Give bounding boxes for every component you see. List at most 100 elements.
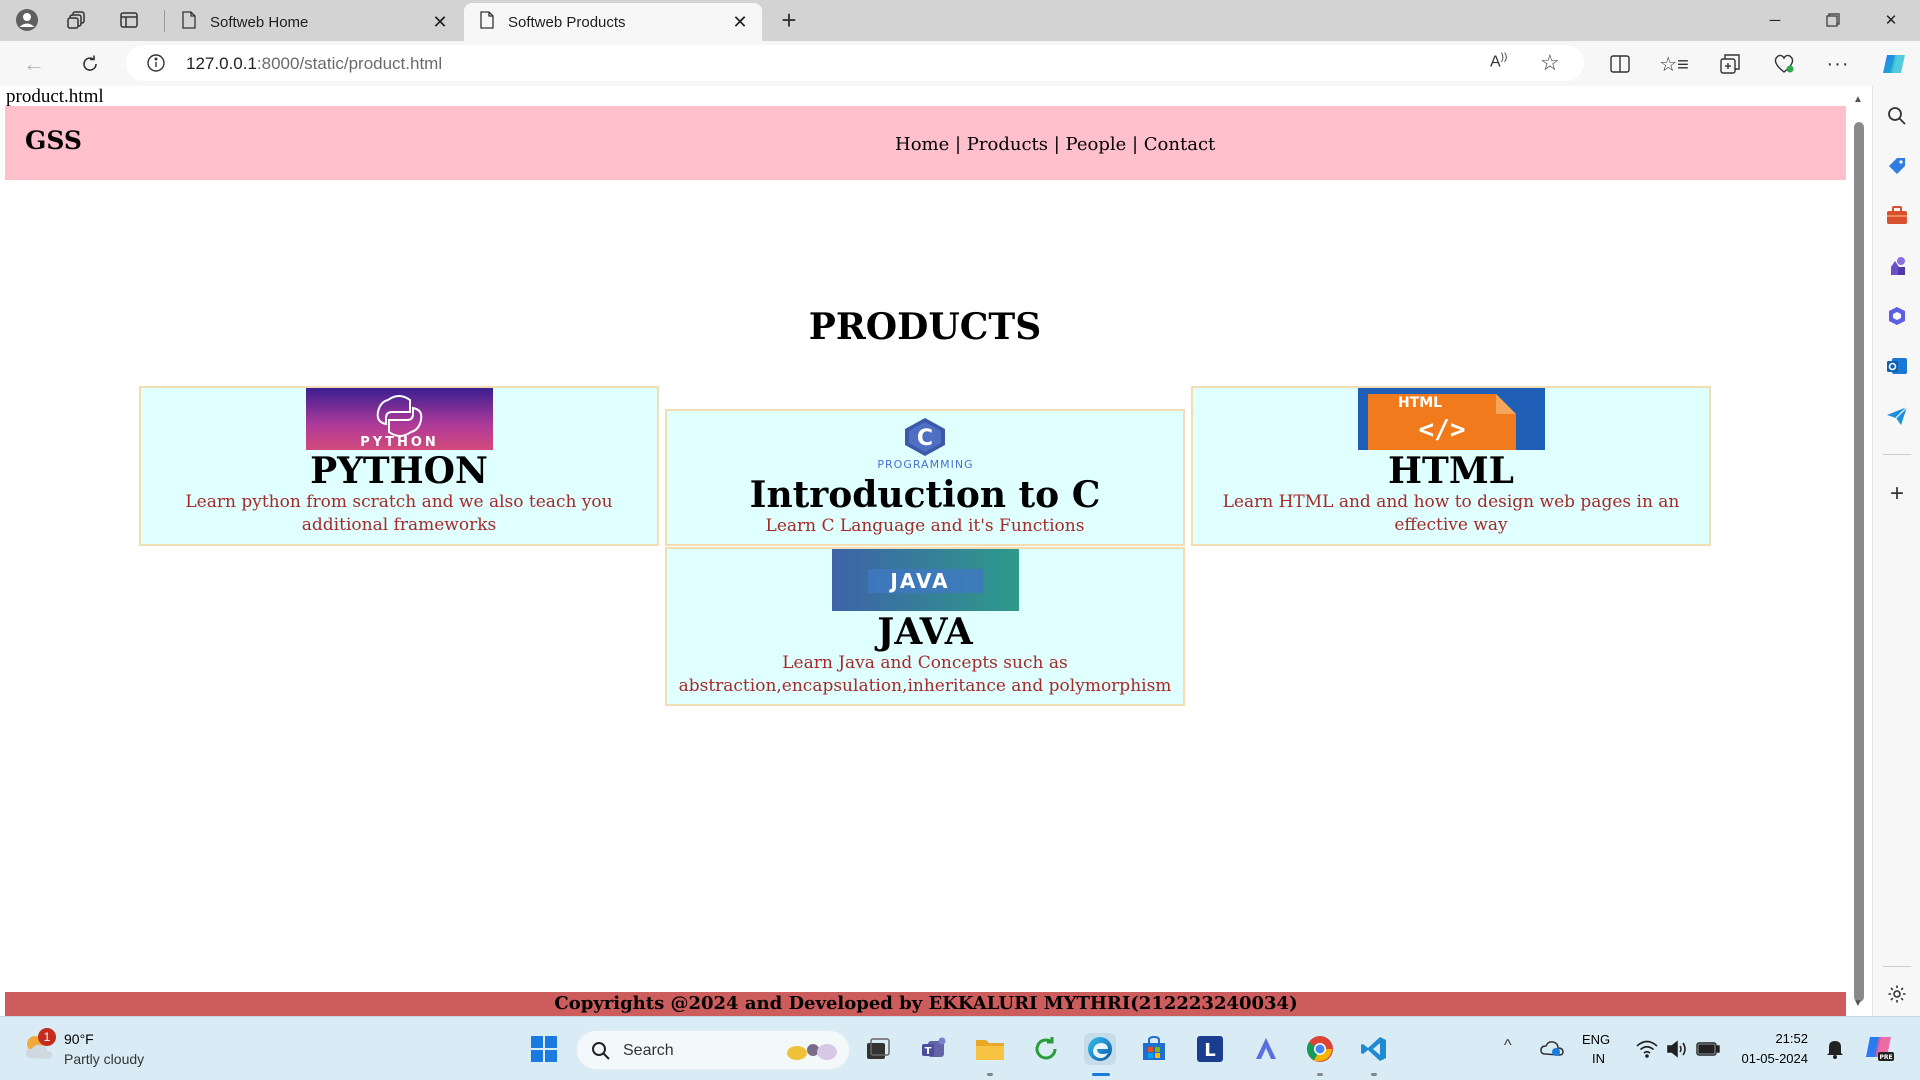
python-logo-image: PYTHON: [305, 388, 493, 450]
file-explorer-icon[interactable]: [974, 1033, 1006, 1065]
l-app-icon[interactable]: L: [1194, 1033, 1226, 1065]
search-highlight-icon: [783, 1038, 843, 1069]
url-text[interactable]: 127.0.0.1:8000/static/product.html: [186, 54, 442, 74]
refresh-icon[interactable]: [76, 50, 104, 78]
url-host: 127.0.0.1: [186, 54, 257, 73]
microsoft-365-icon[interactable]: [1885, 304, 1909, 328]
copilot-icon[interactable]: [1880, 50, 1908, 78]
tab-softweb-home[interactable]: Softweb Home ✕: [166, 3, 462, 41]
tab-softweb-products[interactable]: Softweb Products ✕: [464, 3, 762, 41]
microsoft-store-icon[interactable]: [1138, 1033, 1170, 1065]
c-image-text: PROGRAMMING: [877, 458, 973, 471]
start-windows-icon[interactable]: [528, 1033, 560, 1065]
favorites-icon[interactable]: ☆≡: [1659, 50, 1689, 78]
settings-gear-icon[interactable]: [1885, 982, 1909, 1006]
nav-link-contact[interactable]: Contact: [1144, 134, 1215, 155]
outlook-icon[interactable]: [1885, 354, 1909, 378]
collections-icon[interactable]: [1716, 50, 1744, 78]
browser-title-bar: Softweb Home ✕ Softweb Products ✕ + ─ ✕: [0, 0, 1920, 41]
nav-separator: |: [1126, 134, 1144, 155]
nav-link-home[interactable]: Home: [895, 134, 949, 155]
task-view-icon[interactable]: [862, 1033, 894, 1065]
close-tab-icon[interactable]: ✕: [430, 12, 450, 32]
close-window-icon[interactable]: ✕: [1868, 4, 1914, 36]
input-language[interactable]: ENG: [1582, 1032, 1610, 1047]
taskbar-search-box[interactable]: Search: [576, 1030, 850, 1070]
weather-icon[interactable]: 1: [22, 1028, 56, 1067]
refresh-app-icon[interactable]: [1030, 1033, 1062, 1065]
send-icon[interactable]: [1885, 404, 1909, 428]
games-icon[interactable]: [1885, 254, 1909, 278]
wifi-icon[interactable]: [1636, 1040, 1658, 1063]
svg-text:PRE: PRE: [1879, 1054, 1892, 1061]
read-aloud-icon[interactable]: A)): [1490, 52, 1507, 71]
product-description: Learn Java and Concepts such as abstract…: [678, 653, 1172, 696]
running-indicator: [987, 1073, 993, 1076]
c-programming-logo-image: C PROGRAMMING: [831, 412, 1019, 474]
page-scrollbar[interactable]: ▲ ▼: [1846, 86, 1872, 1016]
vscode-icon[interactable]: [1358, 1033, 1390, 1065]
nav-link-people[interactable]: People: [1066, 134, 1127, 155]
edge-sidebar: +: [1872, 86, 1920, 1016]
shopping-tag-icon[interactable]: [1885, 154, 1909, 178]
battery-icon[interactable]: [1696, 1042, 1720, 1061]
scroll-up-icon[interactable]: ▲: [1853, 94, 1863, 105]
scroll-down-icon[interactable]: ▼: [1853, 998, 1863, 1009]
svg-text:C: C: [916, 426, 932, 451]
product-card-java: JAVA JAVA Learn Java and Concepts such a…: [665, 547, 1185, 706]
new-tab-icon[interactable]: +: [776, 5, 802, 35]
split-screen-icon[interactable]: [1606, 50, 1634, 78]
show-hidden-icons-chevron[interactable]: ^: [1504, 1037, 1512, 1055]
clock-date[interactable]: 01-05-2024: [1736, 1051, 1809, 1066]
search-icon[interactable]: [1885, 104, 1909, 128]
volume-icon[interactable]: [1666, 1040, 1688, 1063]
minimize-icon[interactable]: ─: [1752, 4, 1798, 36]
nav-link-products[interactable]: Products: [967, 134, 1048, 155]
clock-time[interactable]: 21:52: [1748, 1031, 1808, 1046]
close-tab-icon[interactable]: ✕: [730, 12, 750, 32]
notifications-bell-icon[interactable]: [1826, 1039, 1844, 1064]
input-region[interactable]: IN: [1592, 1051, 1605, 1066]
svg-text:T: T: [925, 1046, 932, 1057]
tab-title: Softweb Products: [508, 13, 626, 31]
page-icon: [182, 11, 196, 33]
product-title: PYTHON: [310, 450, 488, 492]
add-sidebar-icon[interactable]: +: [1885, 480, 1909, 507]
weather-temperature[interactable]: 90°F: [64, 1031, 94, 1047]
product-description: Learn HTML and and how to design web pag…: [1222, 492, 1680, 535]
back-icon[interactable]: ←: [20, 50, 48, 78]
tools-icon[interactable]: [1885, 204, 1909, 228]
copilot-preview-icon[interactable]: PRE: [1864, 1033, 1894, 1068]
scroll-thumb[interactable]: [1854, 122, 1864, 1002]
address-bar[interactable]: 127.0.0.1:8000/static/product.html A)) ☆: [126, 45, 1584, 81]
site-info-icon[interactable]: [146, 53, 166, 78]
edge-browser-icon[interactable]: [1084, 1033, 1116, 1065]
weather-description[interactable]: Partly cloudy: [64, 1051, 144, 1067]
onedrive-icon[interactable]: [1540, 1039, 1564, 1062]
tab-separator: [164, 10, 165, 32]
browser-essentials-icon[interactable]: [1770, 50, 1798, 78]
arc-app-icon[interactable]: [1250, 1033, 1282, 1065]
profile-icon[interactable]: [14, 8, 40, 32]
restore-icon[interactable]: [1810, 4, 1856, 36]
nav-separator: |: [949, 134, 967, 155]
product-card-python: PYTHON PYTHON Learn python from scratch …: [139, 386, 659, 546]
product-title: HTML: [1388, 450, 1514, 492]
nav-links: Home | Products | People | Contact: [895, 134, 1215, 155]
workspaces-icon[interactable]: [64, 8, 90, 32]
more-options-icon[interactable]: ···: [1824, 50, 1852, 78]
product-card-html: HTML </> HTML Learn HTML and and how to …: [1191, 386, 1711, 546]
sidebar-divider: [1883, 454, 1911, 455]
running-indicator: [1317, 1073, 1323, 1076]
favorite-star-icon[interactable]: ☆: [1540, 50, 1560, 76]
chrome-icon[interactable]: [1304, 1033, 1336, 1065]
site-brand: GSS: [25, 126, 82, 155]
svg-text:</>: </>: [1418, 415, 1465, 445]
svg-text:L: L: [1204, 1040, 1215, 1061]
site-footer: Copyrights @2024 and Developed by EKKALU…: [5, 992, 1847, 1016]
teams-icon[interactable]: T: [918, 1033, 950, 1065]
page-viewport: product.html GSS Home | Products | Peopl…: [0, 86, 1872, 1016]
vertical-tabs-icon[interactable]: [116, 8, 142, 32]
product-title: JAVA: [877, 611, 973, 653]
product-description: Learn python from scratch and we also te…: [185, 492, 613, 535]
